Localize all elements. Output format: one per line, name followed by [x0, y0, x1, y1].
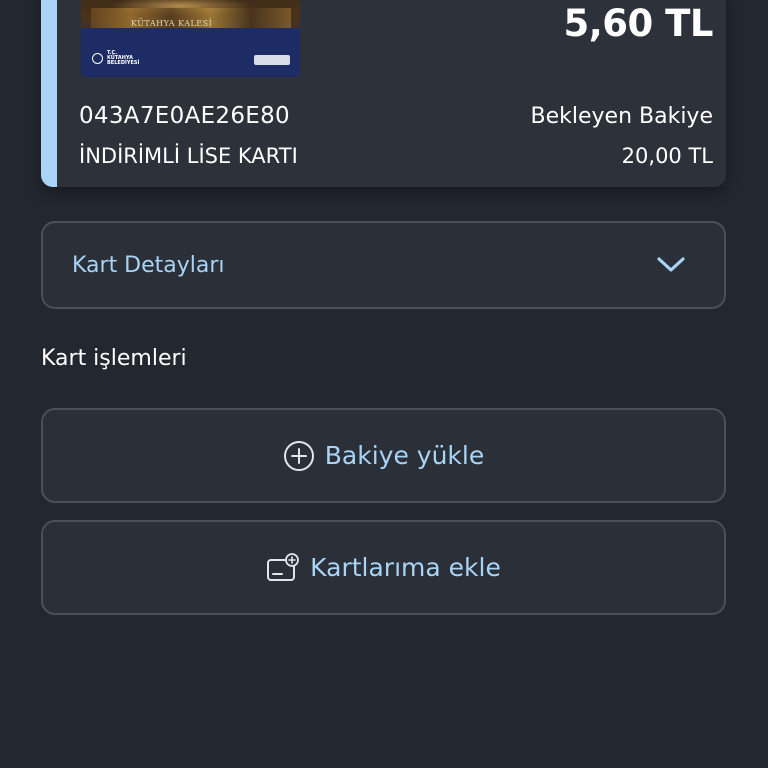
load-balance-label: Bakiye yükle	[324, 441, 485, 470]
add-card-icon	[266, 552, 300, 583]
pending-balance-label: Bekleyen Bakiye	[530, 104, 714, 129]
transport-card-panel[interactable]: KÜTAHYA KALESİ T.C. KÜTAHYA BELEDİYESİ 5,6…	[41, 0, 726, 187]
card-accent-bar	[41, 0, 57, 187]
add-to-my-cards-label: Kartlarıma ekle	[310, 553, 501, 582]
unesco-logo	[254, 55, 290, 65]
pending-balance-value: 20,00 TL	[621, 144, 713, 168]
load-balance-button[interactable]: Bakiye yükle	[41, 408, 726, 503]
card-details-label: Kart Detayları	[72, 253, 225, 278]
municipality-logo: T.C. KÜTAHYA BELEDİYESİ	[92, 49, 152, 67]
card-number: 043A7E0AE26E80	[79, 103, 290, 129]
add-to-my-cards-button[interactable]: Kartlarıma ekle	[41, 520, 726, 615]
card-image-caption: KÜTAHYA KALESİ	[131, 19, 213, 28]
card-type: İNDİRİMLİ LİSE KARTI	[79, 144, 298, 168]
card-details-dropdown[interactable]: Kart Detayları	[41, 221, 726, 309]
municipality-seal-icon	[92, 52, 103, 64]
chevron-down-icon	[657, 257, 685, 272]
municipality-logo-text: T.C. KÜTAHYA BELEDİYESİ	[107, 49, 140, 66]
card-image: KÜTAHYA KALESİ T.C. KÜTAHYA BELEDİYESİ	[81, 0, 300, 77]
card-balance: 5,60 TL	[563, 2, 714, 45]
card-operations-title: Kart işlemleri	[41, 346, 187, 371]
plus-circle-icon	[283, 440, 315, 472]
